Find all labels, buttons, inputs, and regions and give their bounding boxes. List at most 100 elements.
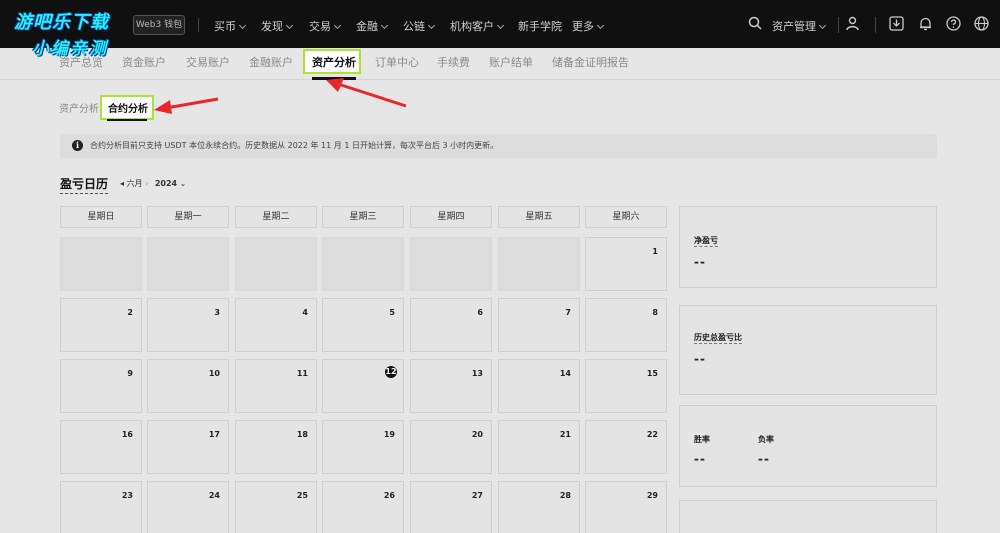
day-number: 24 xyxy=(208,491,220,500)
nav-item-7[interactable]: 更多 xyxy=(572,18,605,34)
calendar-empty-cell xyxy=(235,237,317,291)
nav-item-0[interactable]: 买币 xyxy=(214,18,247,34)
user-icon[interactable] xyxy=(845,16,861,32)
calendar-day-cell[interactable]: 19 xyxy=(322,420,404,474)
nav-item-label: 公链 xyxy=(403,20,425,33)
day-number: 4 xyxy=(302,308,308,317)
calendar-day-cell[interactable]: 22 xyxy=(585,420,667,474)
info-notice: i 合约分析目前只支持 USDT 本位永续合约。历史数据从 2022 年 11 … xyxy=(60,134,937,158)
calendar-day-cell[interactable]: 2 xyxy=(60,298,142,352)
calendar-day-cell[interactable]: 26 xyxy=(322,481,404,533)
day-number: 26 xyxy=(383,491,395,500)
calendar-day-cell[interactable]: 21 xyxy=(498,420,580,474)
calendar-day-cell[interactable]: 15 xyxy=(585,359,667,413)
chevron-down-icon xyxy=(380,21,389,30)
calendar-day-cell[interactable]: 29 xyxy=(585,481,667,533)
calendar-day-cell[interactable]: 11 xyxy=(235,359,317,413)
asset-management-menu[interactable]: 资产管理 xyxy=(772,18,827,34)
day-number: 21 xyxy=(559,430,571,439)
info-icon: i xyxy=(72,140,83,151)
tab-8[interactable]: 储备金证明报告 xyxy=(552,54,629,70)
nav-item-1[interactable]: 发现 xyxy=(261,18,294,34)
nav-item-4[interactable]: 公链 xyxy=(403,18,436,34)
nav-item-label: 更多 xyxy=(572,20,594,33)
pnl-calendar-title: 盈亏日历 xyxy=(60,175,109,194)
bell-icon[interactable] xyxy=(918,16,934,32)
calendar-day-cell[interactable]: 9 xyxy=(60,359,142,413)
month-selector[interactable]: ◂ 六月 › 2024 ⌄ xyxy=(120,178,186,189)
nav-item-3[interactable]: 金融 xyxy=(356,18,389,34)
tab-5[interactable]: 订单中心 xyxy=(375,54,419,70)
calendar-day-cell[interactable]: 18 xyxy=(235,420,317,474)
chevron-down-icon[interactable]: ⌄ xyxy=(180,179,187,188)
day-number: 14 xyxy=(559,369,571,378)
help-icon[interactable] xyxy=(946,16,962,32)
calendar-day-cell[interactable]: 17 xyxy=(147,420,229,474)
calendar-day-cell[interactable]: 20 xyxy=(410,420,492,474)
historical-pnl-ratio-label: 历史总盈亏比 xyxy=(694,333,742,344)
loss-rate-value: -- xyxy=(758,452,770,466)
calendar-day-cell[interactable]: 6 xyxy=(410,298,492,352)
chevron-down-icon xyxy=(427,21,436,30)
nav-item-label: 买币 xyxy=(214,20,236,33)
day-number: 16 xyxy=(121,430,133,439)
calendar-day-cell[interactable]: 1 xyxy=(585,237,667,291)
calendar-empty-cell xyxy=(322,237,404,291)
net-pnl-label: 净盈亏 xyxy=(694,236,718,247)
nav-item-2[interactable]: 交易 xyxy=(309,18,342,34)
stats-card xyxy=(679,500,937,533)
nav-item-label: 发现 xyxy=(261,20,283,33)
historical-pnl-ratio-card: 历史总盈亏比 -- xyxy=(679,305,937,395)
tab-3[interactable]: 金融账户 xyxy=(249,54,293,70)
calendar-day-cell[interactable]: 28 xyxy=(498,481,580,533)
calendar-day-cell[interactable]: 16 xyxy=(60,420,142,474)
red-arrow-annotation xyxy=(326,78,407,108)
chevron-down-icon xyxy=(333,21,342,30)
prev-month-icon[interactable]: ◂ xyxy=(120,179,124,188)
calendar-day-cell[interactable]: 27 xyxy=(410,481,492,533)
month-label: 六月 xyxy=(126,179,143,188)
sub-tab-asset-analysis[interactable]: 资产分析 xyxy=(59,100,99,115)
weekday-header: 星期一 xyxy=(147,206,229,228)
calendar-day-cell[interactable]: 4 xyxy=(235,298,317,352)
notice-text: 合约分析目前只支持 USDT 本位永续合约。历史数据从 2022 年 11 月 … xyxy=(90,141,499,150)
nav-item-6[interactable]: 新手学院 xyxy=(518,18,562,34)
globe-icon[interactable] xyxy=(974,16,990,32)
chevron-down-icon xyxy=(818,21,827,30)
calendar-day-cell[interactable]: 25 xyxy=(235,481,317,533)
search-icon[interactable] xyxy=(748,16,764,32)
win-rate-label: 胜率 xyxy=(694,435,710,444)
day-number: 20 xyxy=(471,430,483,439)
calendar-day-cell[interactable]: 10 xyxy=(147,359,229,413)
today-day-number: 12 xyxy=(385,366,397,378)
active-subtab-underline xyxy=(107,119,147,121)
tab-7[interactable]: 账户结单 xyxy=(489,54,533,70)
calendar-day-cell[interactable]: 13 xyxy=(410,359,492,413)
historical-pnl-ratio-value: -- xyxy=(694,352,706,366)
nav-item-5[interactable]: 机构客户 xyxy=(450,18,505,34)
net-pnl-card: 净盈亏 -- xyxy=(679,206,937,288)
day-number: 25 xyxy=(296,491,308,500)
calendar-day-cell[interactable]: 12 xyxy=(322,359,404,413)
calendar-day-cell[interactable]: 8 xyxy=(585,298,667,352)
calendar-day-cell[interactable]: 24 xyxy=(147,481,229,533)
calendar-day-cell[interactable]: 14 xyxy=(498,359,580,413)
download-icon[interactable] xyxy=(889,16,905,32)
sub-tab-contract-analysis[interactable]: 合约分析 xyxy=(108,100,148,115)
win-rate-value: -- xyxy=(694,452,706,466)
year-label: 2024 xyxy=(154,179,178,188)
net-pnl-value: -- xyxy=(694,255,706,269)
calendar-empty-cell xyxy=(60,237,142,291)
calendar-day-cell[interactable]: 5 xyxy=(322,298,404,352)
nav-item-label: 新手学院 xyxy=(518,20,562,33)
tab-2[interactable]: 交易账户 xyxy=(186,54,230,70)
weekday-header: 星期五 xyxy=(498,206,580,228)
next-month-icon[interactable]: › xyxy=(145,179,148,188)
weekday-header: 星期六 xyxy=(585,206,667,228)
day-number: 28 xyxy=(559,491,571,500)
calendar-day-cell[interactable]: 7 xyxy=(498,298,580,352)
tab-4[interactable]: 资产分析 xyxy=(312,54,356,70)
calendar-day-cell[interactable]: 3 xyxy=(147,298,229,352)
calendar-day-cell[interactable]: 23 xyxy=(60,481,142,533)
tab-6[interactable]: 手续费 xyxy=(437,54,470,70)
